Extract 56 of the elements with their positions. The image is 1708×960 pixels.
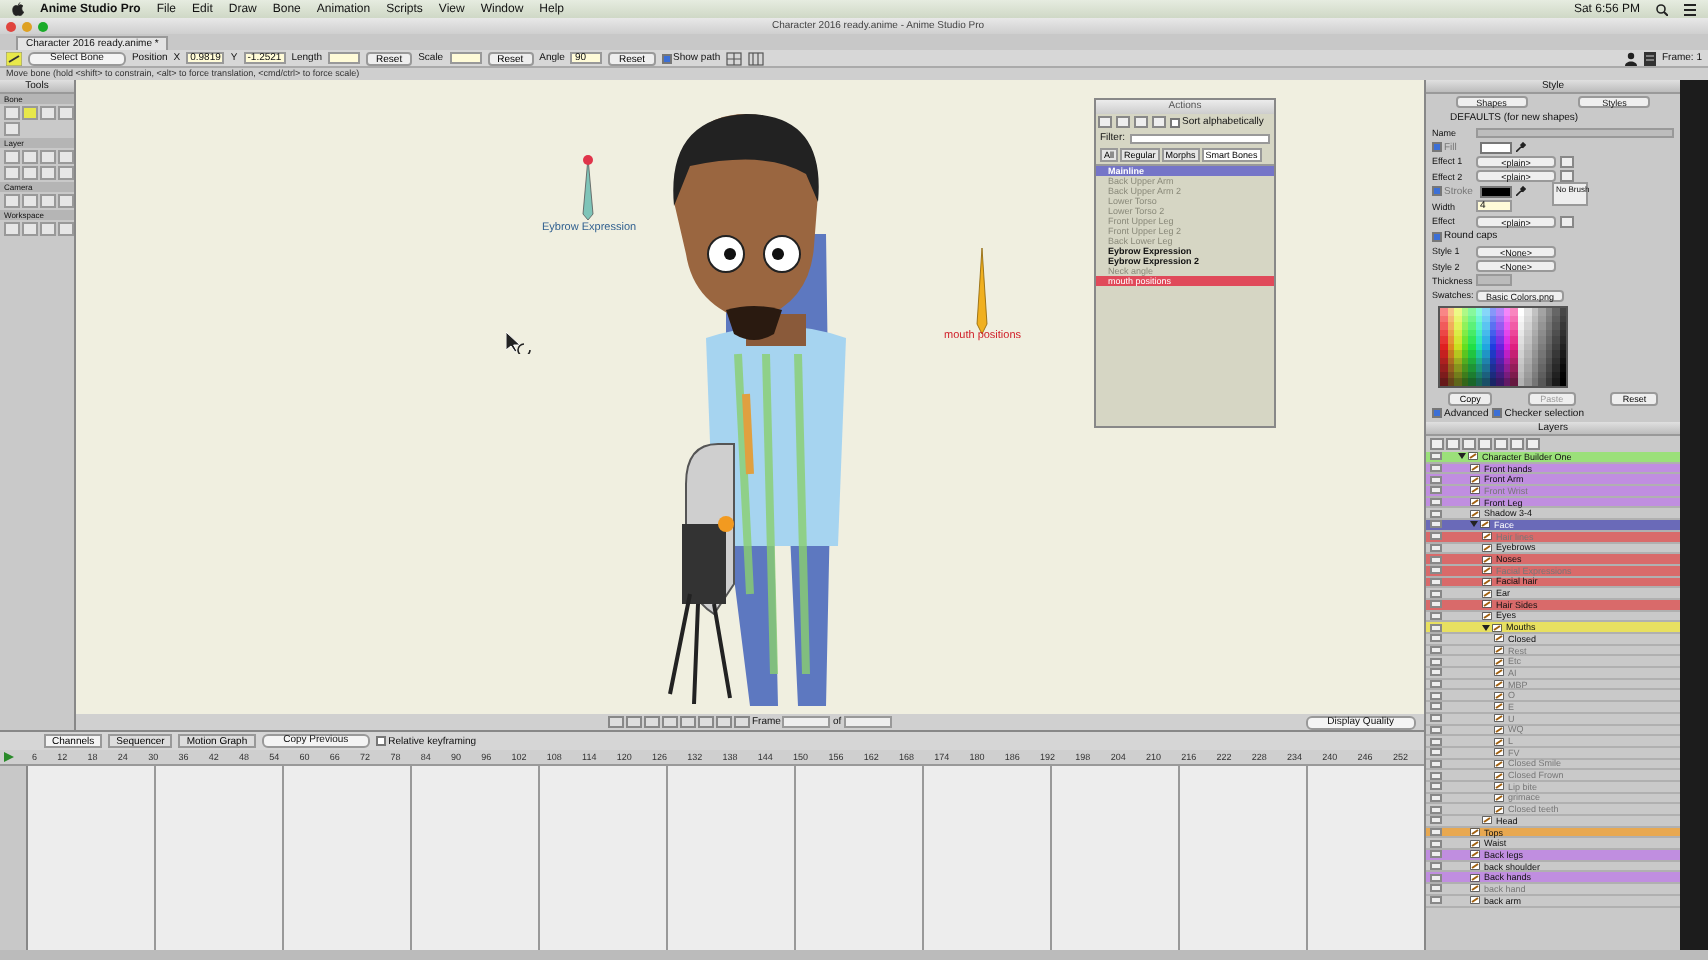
tool-button[interactable]	[58, 194, 74, 208]
tool-button[interactable]	[58, 106, 74, 120]
person-icon	[1623, 51, 1638, 65]
eyedropper-icon	[1516, 186, 1526, 197]
checkbox[interactable]	[1492, 408, 1503, 419]
tool-button[interactable]	[4, 150, 20, 164]
search-icon	[1656, 3, 1668, 15]
tool-button[interactable]	[4, 106, 20, 120]
frame-field[interactable]	[782, 716, 831, 728]
filter-field[interactable]	[1129, 133, 1270, 143]
checkbox[interactable]	[1432, 142, 1442, 153]
thickness-field[interactable]	[1476, 274, 1512, 287]
disclosure-triangle-icon[interactable]	[1482, 623, 1490, 632]
checkbox[interactable]	[1432, 186, 1442, 197]
layer-type-icon	[1470, 896, 1480, 905]
color-swatch[interactable]	[1480, 141, 1512, 154]
checkbox[interactable]	[376, 736, 387, 746]
checkbox[interactable]	[661, 53, 672, 63]
tool-button[interactable]	[58, 222, 74, 236]
disclosure-triangle-icon[interactable]	[1458, 452, 1466, 461]
settings-button[interactable]	[1560, 215, 1574, 228]
checkbox[interactable]	[1432, 408, 1442, 419]
input-field[interactable]	[328, 52, 361, 64]
checkbox[interactable]	[1170, 117, 1180, 127]
tool-button[interactable]	[58, 150, 74, 164]
tool-button[interactable]	[4, 222, 20, 236]
tool-button[interactable]	[4, 122, 20, 136]
layer-type-icon	[1468, 452, 1478, 461]
tool-button[interactable]	[40, 222, 56, 236]
grid-icon	[748, 51, 765, 65]
pointer-cursor-icon	[506, 332, 534, 354]
list-icon	[1684, 3, 1696, 15]
tool-button[interactable]	[40, 166, 56, 180]
tool-button[interactable]	[40, 106, 56, 120]
eyedropper-icon	[1516, 142, 1526, 153]
apple-logo-icon	[12, 2, 24, 16]
checkbox[interactable]	[1432, 231, 1442, 242]
play-icon	[4, 752, 14, 762]
bone-tool-icon	[6, 51, 22, 65]
tool-button[interactable]	[40, 194, 56, 208]
tool-button[interactable]	[22, 222, 38, 236]
tool-button[interactable]	[22, 150, 38, 164]
tool-button[interactable]	[22, 106, 38, 120]
tool-button[interactable]	[4, 166, 20, 180]
tool-button[interactable]	[58, 166, 74, 180]
tool-button[interactable]	[40, 150, 56, 164]
tool-button[interactable]	[4, 194, 20, 208]
name-field[interactable]	[1476, 127, 1674, 138]
tool-button[interactable]	[22, 194, 38, 208]
color-palette-drawing[interactable]	[1438, 306, 1568, 388]
input-field[interactable]	[449, 52, 482, 64]
tool-button[interactable]	[22, 166, 38, 180]
frame-count-field[interactable]	[843, 716, 892, 728]
color-swatch[interactable]	[1480, 185, 1512, 198]
grid-icon	[726, 51, 743, 65]
bone-marker	[582, 154, 594, 222]
